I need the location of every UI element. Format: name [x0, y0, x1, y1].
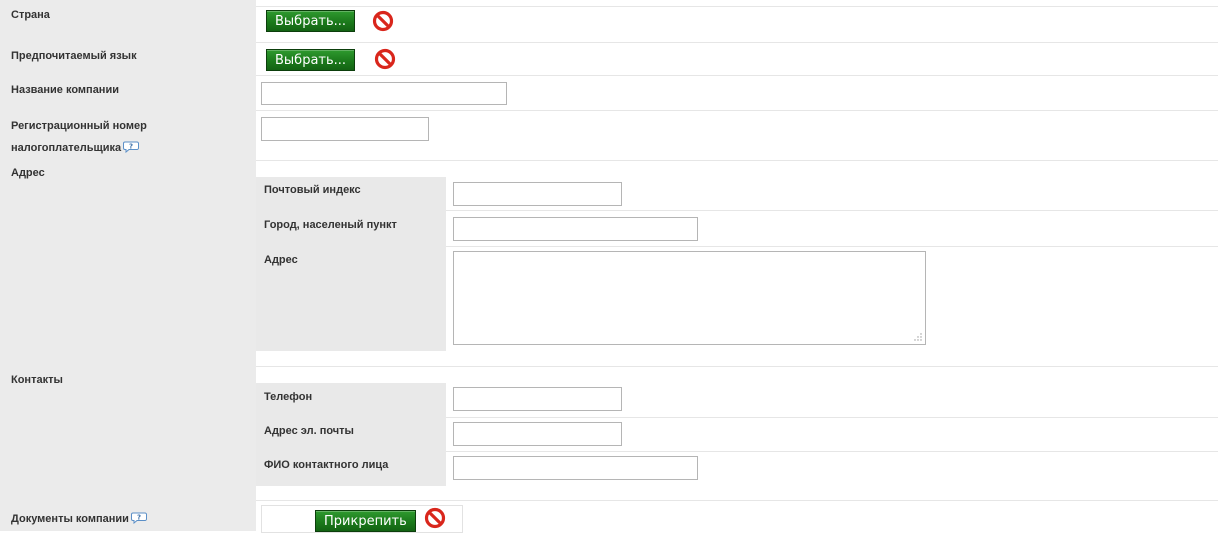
contacts-subform: Телефон Адрес эл. почты ФИО контактного … [256, 383, 1218, 486]
row-divider [446, 451, 1218, 452]
language-select-button[interactable]: Выбрать... [266, 49, 356, 71]
help-bubble-icon[interactable]: ? [123, 141, 140, 153]
language-clear-icon[interactable] [374, 48, 396, 70]
city-input[interactable] [453, 217, 698, 241]
row-divider [256, 160, 1218, 161]
tax-id-label-line2: налогоплательщика? [11, 138, 140, 158]
tax-id-label-text: налогоплательщика [11, 142, 122, 154]
street-address-textarea[interactable] [453, 251, 926, 345]
language-label: Предпочитаемый язык [11, 50, 137, 62]
tax-id-label-line1: Регистрационный номер [11, 120, 147, 132]
street-address-label: Адрес [264, 254, 298, 266]
documents-label: Документы компании [11, 513, 129, 525]
row-divider [256, 500, 1218, 501]
country-label: Страна [11, 9, 50, 21]
contact-person-input[interactable] [453, 456, 698, 480]
phone-input[interactable] [453, 387, 622, 411]
address-section-label: Адрес [11, 167, 45, 179]
svg-text:?: ? [129, 142, 133, 150]
email-input[interactable] [453, 422, 622, 446]
row-divider [256, 110, 1218, 111]
svg-text:?: ? [137, 513, 141, 521]
row-divider [446, 246, 1218, 247]
row-divider [446, 417, 1218, 418]
country-select-button[interactable]: Выбрать... [266, 10, 356, 32]
help-bubble-icon[interactable]: ? [130, 512, 147, 524]
row-divider [256, 366, 1218, 367]
resize-handle-icon[interactable] [913, 332, 922, 341]
row-divider [446, 210, 1218, 211]
phone-label: Телефон [264, 391, 313, 403]
company-name-label: Название компании [11, 84, 119, 96]
tax-id-input[interactable] [261, 117, 429, 141]
row-divider [256, 6, 1218, 7]
row-divider [256, 42, 1218, 43]
postal-code-label: Почтовый индекс [264, 184, 361, 196]
postal-code-input[interactable] [453, 182, 622, 206]
contacts-section-label: Контакты [11, 374, 63, 386]
city-label: Город, населеный пункт [264, 219, 397, 231]
email-label: Адрес эл. почты [264, 425, 354, 437]
documents-clear-icon[interactable] [424, 507, 446, 529]
documents-label-row: Документы компании? [11, 509, 147, 529]
company-name-input[interactable] [261, 82, 507, 105]
attach-button[interactable]: Прикрепить [315, 510, 416, 532]
contact-person-label: ФИО контактного лица [264, 459, 389, 471]
country-clear-icon[interactable] [372, 10, 394, 32]
row-divider [256, 75, 1218, 76]
